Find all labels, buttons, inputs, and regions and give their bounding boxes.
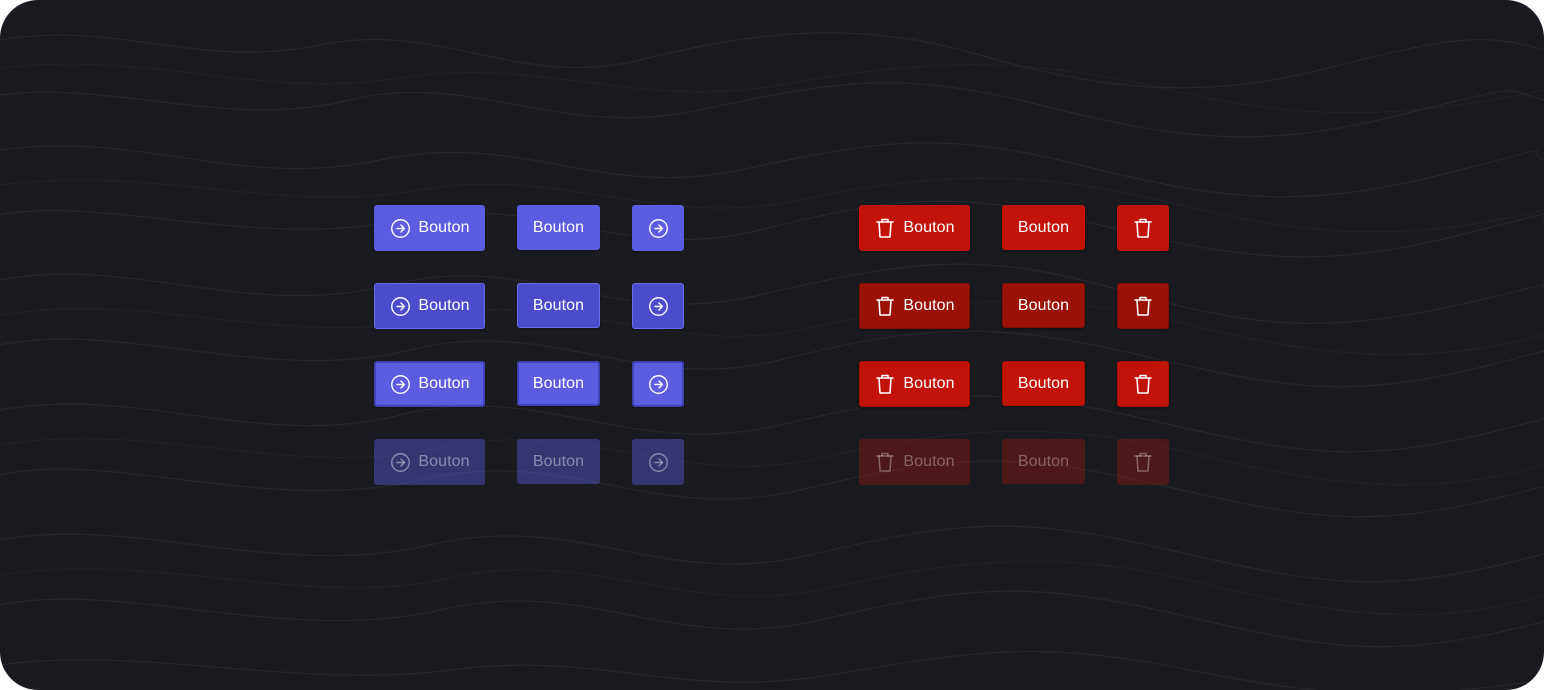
arrow-right-circle-icon [647, 295, 669, 317]
arrow-right-circle-icon [389, 373, 411, 395]
danger-icon-button-disabled: Bouton [859, 439, 970, 485]
button-label: Bouton [903, 453, 955, 470]
primary-text-button-disabled: Bouton [517, 439, 600, 484]
trash-icon [874, 217, 896, 239]
trash-icon [874, 451, 896, 473]
danger-text-button-hover[interactable]: Bouton [1002, 283, 1085, 328]
primary-icon-only-button-hover[interactable] [632, 283, 684, 329]
primary-text-button-focus[interactable]: Bouton [517, 361, 600, 406]
button-label: Bouton [532, 218, 585, 236]
arrow-right-circle-icon [389, 295, 411, 317]
button-label: Bouton [418, 453, 470, 470]
danger-icon-button-hover[interactable]: Bouton [859, 283, 970, 329]
arrow-right-circle-icon [647, 217, 669, 239]
danger-text-button-focus[interactable]: Bouton [1002, 361, 1085, 406]
trash-icon [1132, 295, 1154, 317]
trash-icon [874, 373, 896, 395]
arrow-right-circle-icon [647, 373, 669, 395]
trash-icon [1132, 373, 1154, 395]
button-label: Bouton [532, 374, 585, 392]
button-label: Bouton [1017, 218, 1070, 236]
danger-icon-button-default[interactable]: Bouton [859, 205, 970, 251]
primary-text-button-default[interactable]: Bouton [517, 205, 600, 250]
arrow-right-circle-icon [647, 451, 669, 473]
danger-icon-only-button-disabled [1117, 439, 1169, 485]
primary-icon-only-button-default[interactable] [632, 205, 684, 251]
primary-icon-button-default[interactable]: Bouton [374, 205, 485, 251]
primary-text-button-hover[interactable]: Bouton [517, 283, 600, 328]
trash-icon [874, 295, 896, 317]
canvas: Bouton Bouton Bouton Bouton Bouton Bouto… [0, 0, 1544, 690]
button-label: Bouton [903, 297, 955, 314]
danger-icon-button-focus[interactable]: Bouton [859, 361, 970, 407]
button-label: Bouton [532, 452, 585, 470]
button-label: Bouton [418, 375, 470, 392]
trash-icon [1132, 217, 1154, 239]
arrow-right-circle-icon [389, 451, 411, 473]
primary-icon-only-button-disabled [632, 439, 684, 485]
button-label: Bouton [418, 297, 470, 314]
danger-text-button-default[interactable]: Bouton [1002, 205, 1085, 250]
button-label: Bouton [903, 375, 955, 392]
danger-text-button-disabled: Bouton [1002, 439, 1085, 484]
button-label: Bouton [1017, 296, 1070, 314]
danger-icon-only-button-default[interactable] [1117, 205, 1169, 251]
danger-icon-only-button-focus[interactable] [1117, 361, 1169, 407]
button-label: Bouton [532, 296, 585, 314]
button-label: Bouton [418, 219, 470, 236]
background-texture [0, 32, 1544, 690]
button-label: Bouton [903, 219, 955, 236]
primary-icon-only-button-focus[interactable] [632, 361, 684, 407]
danger-icon-only-button-hover[interactable] [1117, 283, 1169, 329]
button-label: Bouton [1017, 374, 1070, 392]
primary-icon-button-focus[interactable]: Bouton [374, 361, 485, 407]
primary-icon-button-disabled: Bouton [374, 439, 485, 485]
arrow-right-circle-icon [389, 217, 411, 239]
button-label: Bouton [1017, 452, 1070, 470]
trash-icon [1132, 451, 1154, 473]
primary-icon-button-hover[interactable]: Bouton [374, 283, 485, 329]
